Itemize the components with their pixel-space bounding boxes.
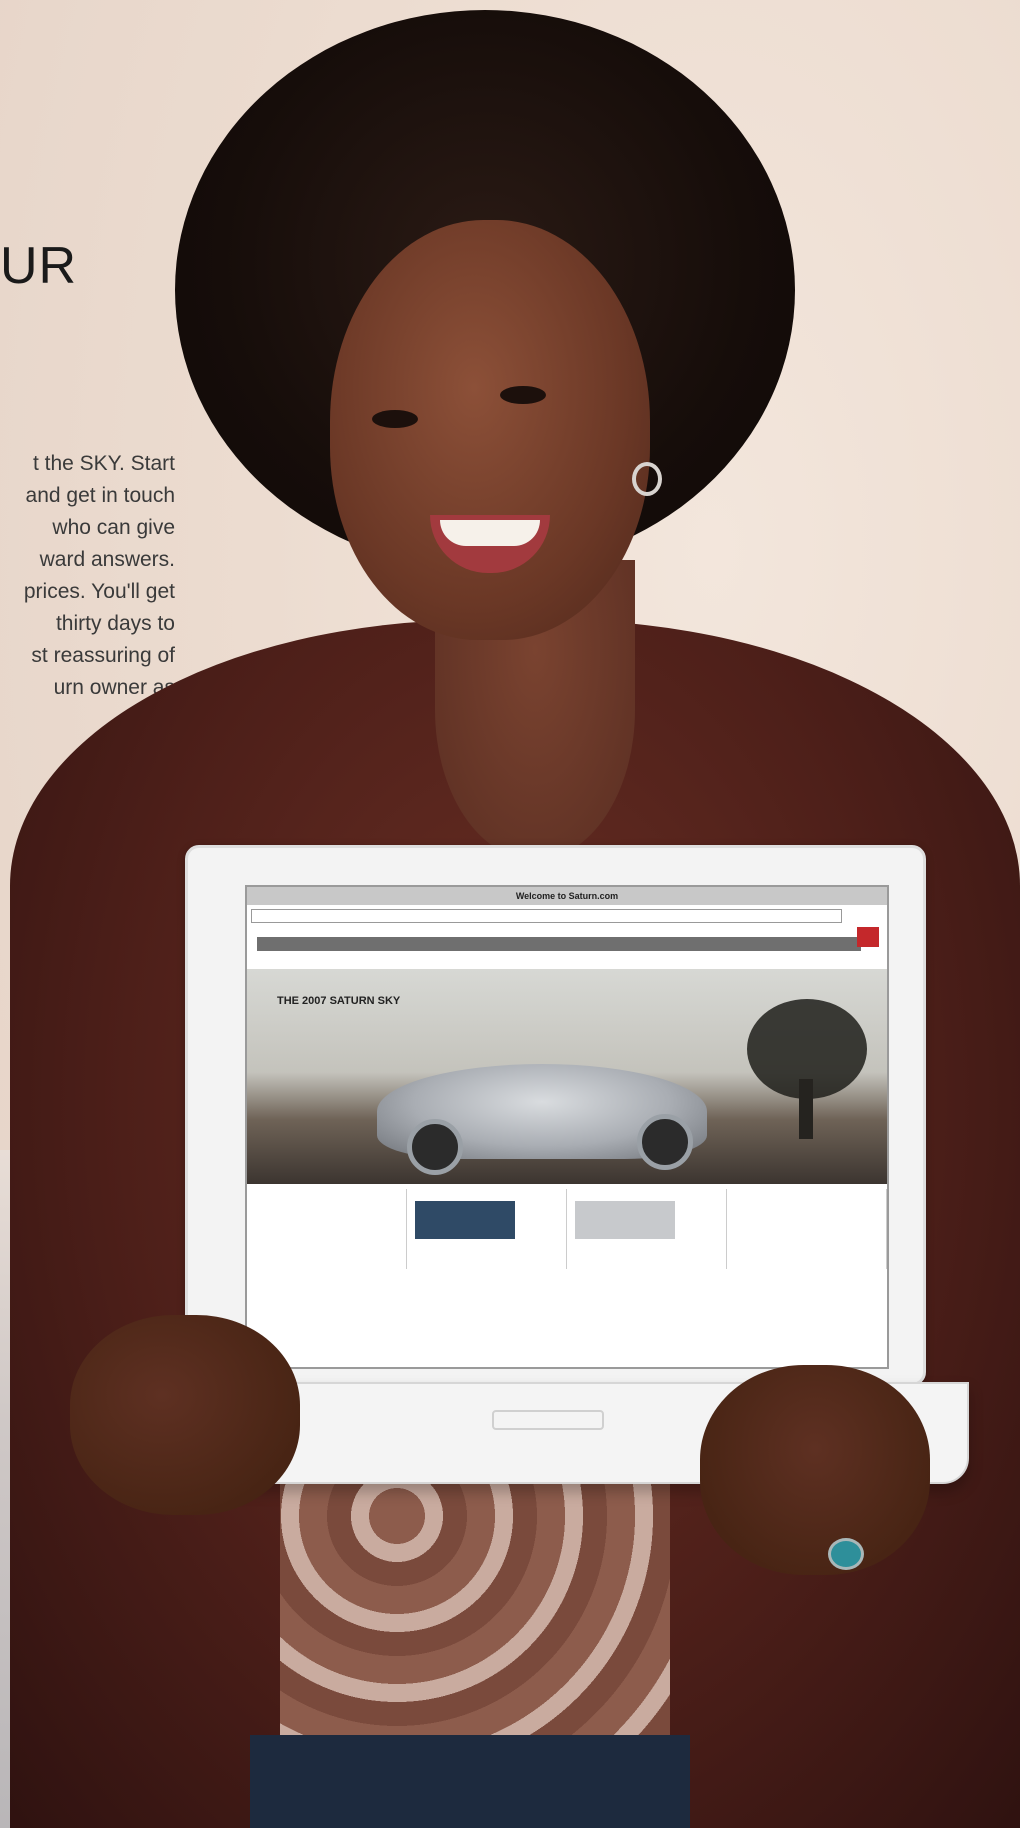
left-hand [70,1315,300,1515]
tree-trunk [799,1079,813,1139]
nav-item [341,937,357,951]
teeth [440,520,540,546]
copy-line: thirty days to [55,612,175,635]
nav-item [301,937,317,951]
headline-fragment: UR [0,237,78,295]
left-eye [372,410,418,428]
copy-line: t the SKY. Start [32,452,175,475]
browser-title-bar: Welcome to Saturn.com [247,887,887,905]
hero-banner: THE 2007 SATURN SKY [247,969,887,1184]
map-image [575,1201,675,1239]
copy-line: st reassuring of [31,644,175,667]
links-panel [727,1189,887,1269]
promo-panel [407,1189,567,1269]
right-eye [500,386,546,404]
nav-item [281,937,297,951]
copy-line: and get in touch [25,484,175,507]
nav-item [361,937,377,951]
body-copy: t the SKY. Start and get in touch who ca… [0,448,175,704]
quick-links [735,1195,878,1205]
hero-title: THE 2007 SATURN SKY [277,995,401,1007]
turquoise-ring [828,1538,864,1570]
promo-image [415,1201,515,1239]
rear-wheel [637,1114,693,1170]
face [330,220,650,640]
front-wheel [407,1119,463,1175]
nav-item [321,937,337,951]
laptop-latch [492,1410,604,1430]
website-body: THE 2007 SATURN SKY [247,927,887,1367]
right-hand [700,1365,930,1575]
earring [632,462,662,496]
site-nav-bar [257,927,879,951]
content-panels [247,1189,887,1269]
laptop-screen: Welcome to Saturn.com THE 2007 SATURN SK… [245,885,889,1369]
ad-page: UR t the SKY. Start and get in touch who… [0,0,1020,1828]
copy-line: ward answers. [39,548,175,571]
jeans [250,1735,690,1828]
nav-item [261,937,277,951]
copy-line: who can give [52,516,175,539]
site-sub-nav [261,955,861,965]
browser-address-bar [251,909,842,923]
copy-line: prices. You'll get [23,580,175,603]
map-panel [567,1189,727,1269]
saturn-logo [857,927,879,947]
news-panel [247,1189,407,1269]
